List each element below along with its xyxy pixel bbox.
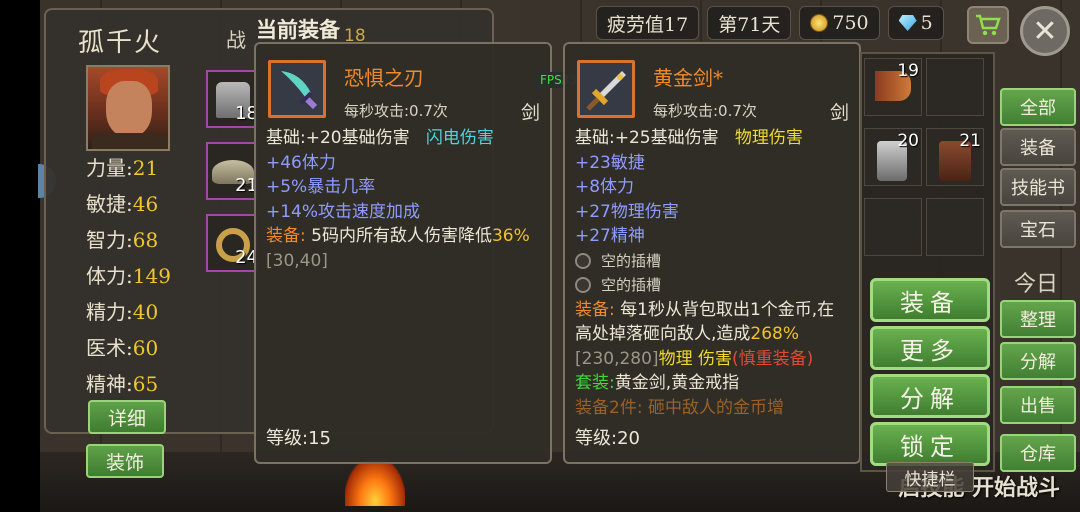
mod-line: +27物理伤害 [575, 201, 679, 222]
empty-socket: 空的插槽 [575, 249, 849, 274]
equip-effect: 装备: 5码内所有敌人伤害降低36%[30,40] [266, 226, 530, 271]
filter-all-button[interactable]: 全部 [1000, 88, 1076, 126]
gold-sword-icon [577, 60, 635, 118]
sell-button[interactable]: 出售 [1000, 386, 1076, 424]
socket-icon [575, 277, 591, 294]
close-button[interactable]: ✕ [1020, 6, 1070, 56]
inventory-slot[interactable]: 20 [864, 128, 922, 186]
stat-spirit: 精神:65 [86, 372, 159, 396]
close-icon: ✕ [1032, 13, 1058, 49]
item-tooltip-current: 恐惧之刃 每秒攻击:0.7次 剑 基础:+20基础伤害 闪电伤害 +46体力 +… [254, 42, 552, 464]
day-counter: 第71天 [707, 6, 792, 40]
coin-counter: 750 [799, 6, 880, 40]
equip-button[interactable]: 装备 [870, 278, 990, 322]
gem-counter: 5 [887, 6, 944, 40]
mod-line: +46体力 [266, 152, 336, 173]
empty-socket: 空的插槽 [575, 273, 849, 298]
stat-energy: 精力:40 [86, 300, 159, 324]
item-name: 恐惧之刃 [344, 66, 424, 90]
filter-skillbook-button[interactable]: 技能书 [1000, 168, 1076, 206]
character-portrait [86, 65, 170, 151]
current-equip-title: 当前装备 [256, 17, 340, 42]
inventory-slot[interactable] [926, 58, 984, 116]
equip-effect: 装备: 每1秒从背包取出1个金币,在高处掉落砸向敌人,造成268%[230,28… [575, 299, 835, 369]
mod-line: +14%攻击速度加成 [266, 201, 421, 222]
top-bar: 疲劳值17 第71天 750 5 [596, 6, 944, 40]
coin-icon [810, 14, 829, 32]
base-line: 基础:+25基础伤害 物理伤害 [575, 128, 803, 148]
shop-button[interactable] [967, 6, 1009, 44]
base-line: 基础:+20基础伤害 闪电伤害 [266, 128, 494, 148]
combat-label: 战 [226, 28, 246, 52]
fatigue-value: 疲劳值17 [596, 6, 700, 40]
tooltip-header: 黄金剑* 每秒攻击:0.7次 剑 [575, 52, 849, 124]
gem-value: 5 [920, 12, 933, 34]
attack-speed: 每秒攻击:0.7次 [653, 102, 757, 120]
more-button[interactable]: 更多 [870, 326, 990, 370]
today-label: 今日 [1014, 272, 1059, 297]
mod-line: +27精神 [575, 226, 645, 246]
item-tooltip-compare: 黄金剑* 每秒攻击:0.7次 剑 基础:+25基础伤害 物理伤害 +23敏捷 +… [563, 42, 861, 464]
set-line: 套装:黄金剑,黄金戒指 [575, 373, 740, 393]
stat-list: 力量:21 敏捷:46 智力:68 体力:149 精力:40 医术:60 精神:… [86, 150, 171, 402]
details-button[interactable]: 详细 [88, 400, 166, 434]
mod-line: +23敏捷 [575, 152, 645, 173]
stat-intelligence: 智力:68 [86, 228, 159, 252]
warehouse-button[interactable]: 仓库 [1000, 434, 1076, 472]
tooltip-body: 基础:+25基础伤害 物理伤害 +23敏捷 +8体力 +27物理伤害 +27精神… [575, 126, 849, 422]
item-level: 等级:20 [575, 428, 640, 449]
stat-agility: 敏捷:46 [86, 192, 159, 216]
gem-icon [898, 15, 917, 31]
item-name: 黄金剑* [653, 66, 723, 90]
stat-strength: 力量:21 [86, 156, 159, 180]
dagger-icon [268, 60, 326, 118]
sort-button[interactable]: 整理 [1000, 300, 1076, 338]
stat-stamina: 体力:149 [86, 264, 171, 288]
mod-line: +5%暴击几率 [266, 177, 376, 197]
salvage-item-button[interactable]: 分解 [870, 374, 990, 418]
item-level: 等级:15 [266, 428, 331, 449]
equip-slot-ring[interactable]: 24 [206, 214, 258, 272]
equip-slot-hat[interactable]: 21 [206, 142, 258, 200]
filter-gem-button[interactable]: 宝石 [1000, 210, 1076, 248]
screen-edge [0, 0, 40, 512]
tooltip-header: 恐惧之刃 每秒攻击:0.7次 剑 [266, 52, 540, 124]
tooltip-body: 基础:+20基础伤害 闪电伤害 +46体力 +5%暴击几率 +14%攻击速度加成… [266, 126, 540, 422]
set-bonus-line: 装备2件: 砸中敌人的金币增 [575, 397, 784, 418]
character-name: 孤千火 [78, 28, 163, 58]
attack-speed: 每秒攻击:0.7次 [344, 102, 448, 120]
coin-value: 750 [832, 12, 869, 34]
inventory-slot[interactable] [926, 198, 984, 256]
socket-icon [575, 252, 591, 269]
inventory-slot[interactable]: 19 [864, 58, 922, 116]
stat-medicine: 医术:60 [86, 336, 159, 360]
item-type: 剑 [829, 102, 849, 124]
item-type: 剑 [520, 102, 540, 124]
accessory-button[interactable]: 装饰 [86, 444, 164, 478]
inventory-slot[interactable]: 21 [926, 128, 984, 186]
inventory-slot[interactable] [864, 198, 922, 256]
mod-line: +8体力 [575, 177, 635, 197]
quickbar-button[interactable]: 快捷栏 [886, 462, 974, 492]
salvage-button[interactable]: 分解 [1000, 342, 1076, 380]
filter-equipment-button[interactable]: 装备 [1000, 128, 1076, 166]
cart-icon [976, 14, 1001, 36]
lock-button[interactable]: 锁定 [870, 422, 990, 466]
fire-icon [345, 458, 405, 506]
equip-slot-helmet[interactable]: 18 [206, 70, 258, 128]
